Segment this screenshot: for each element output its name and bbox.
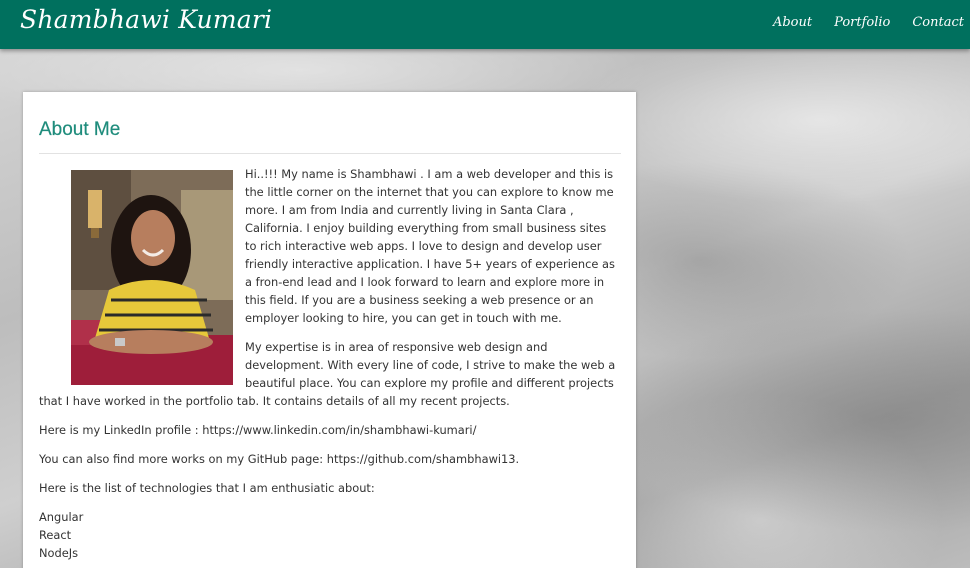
linkedin-paragraph[interactable]: Here is my LinkedIn profile : https://ww…: [39, 421, 619, 439]
nav-link-contact[interactable]: Contact: [912, 15, 964, 30]
nav-menu: About Portfolio Contact: [751, 15, 964, 30]
list-item: NodeJs: [39, 546, 79, 560]
nav-link-portfolio[interactable]: Portfolio: [834, 15, 890, 30]
list-item: React: [39, 528, 72, 542]
brand-name[interactable]: Shambhawi Kumari: [20, 5, 272, 34]
navbar: Shambhawi Kumari About Portfolio Contact: [0, 0, 970, 49]
nav-link-about[interactable]: About: [773, 15, 812, 30]
github-paragraph[interactable]: You can also find more works on my GitHu…: [39, 450, 619, 468]
page-title: About Me: [39, 119, 121, 140]
tech-list: Angular React NodeJs: [39, 508, 619, 562]
title-divider: [39, 153, 621, 154]
list-item: Angular: [39, 510, 84, 524]
about-card: About Me Hi..!!! My name is Shambhawi . …: [23, 92, 636, 568]
tech-intro-paragraph: Here is the list of technologies that I …: [39, 481, 375, 495]
profile-photo: [71, 170, 233, 385]
about-content: Hi..!!! My name is Shambhawi . I am a we…: [39, 165, 619, 562]
